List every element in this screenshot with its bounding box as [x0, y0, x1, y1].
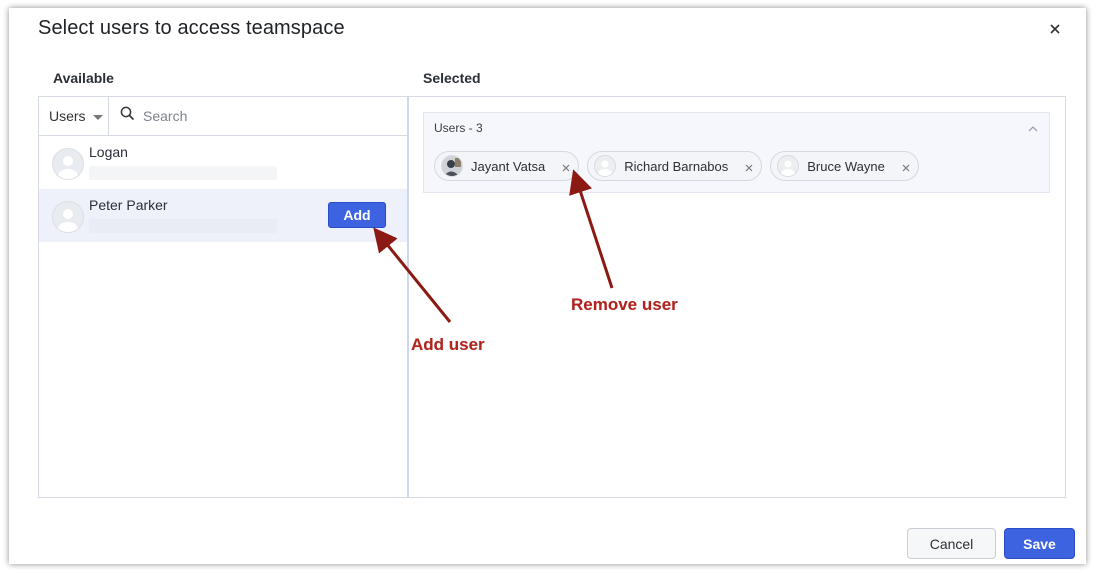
- chip-name: Bruce Wayne: [807, 158, 885, 174]
- group-title: Users - 3: [434, 121, 483, 135]
- search-icon: [120, 106, 135, 126]
- available-user-row[interactable]: Peter Parker Add: [39, 189, 408, 242]
- selected-users-group: Users - 3 Jayant Vatsa Richard Barnabos …: [423, 112, 1050, 193]
- selected-panel: Users - 3 Jayant Vatsa Richard Barnabos …: [407, 96, 1066, 498]
- chip-name: Richard Barnabos: [624, 158, 729, 174]
- teamspace-user-dialog: Select users to access teamspace Availab…: [9, 8, 1086, 564]
- avatar-placeholder-icon: [52, 148, 84, 180]
- user-photo-icon: [441, 155, 463, 177]
- remove-user-close-icon[interactable]: [744, 161, 754, 172]
- selected-user-chip: Bruce Wayne: [770, 151, 919, 181]
- selected-label: Selected: [423, 70, 481, 86]
- user-type-dropdown-value: Users: [49, 108, 86, 124]
- user-name: Peter Parker: [89, 197, 168, 213]
- available-label: Available: [53, 70, 114, 86]
- add-user-button[interactable]: Add: [328, 202, 386, 228]
- remove-user-close-icon[interactable]: [561, 161, 571, 172]
- chevron-up-icon[interactable]: [1027, 121, 1039, 132]
- user-name: Logan: [89, 144, 128, 160]
- selected-user-chip: Jayant Vatsa: [434, 151, 580, 181]
- close-icon[interactable]: [1046, 20, 1064, 38]
- remove-user-annotation: Remove user: [571, 295, 678, 314]
- available-panel: Users Logan Peter Parker Add: [38, 96, 408, 498]
- chip-name: Jayant Vatsa: [471, 158, 546, 174]
- save-button[interactable]: Save: [1004, 528, 1075, 559]
- caret-down-icon: [92, 114, 103, 120]
- avatar-placeholder-icon: [594, 155, 617, 177]
- dialog-title: Select users to access teamspace: [38, 17, 345, 39]
- avatar-placeholder-icon: [777, 155, 800, 177]
- available-user-row[interactable]: Logan: [39, 136, 408, 189]
- panel-divider: [407, 96, 409, 498]
- selected-chips: Jayant Vatsa Richard Barnabos Bruce Wayn…: [434, 151, 919, 181]
- user-email-placeholder: [89, 166, 277, 180]
- search-box: [110, 97, 407, 135]
- user-type-dropdown[interactable]: Users: [39, 97, 109, 135]
- remove-user-close-icon[interactable]: [901, 161, 911, 172]
- user-email-placeholder: [89, 219, 277, 233]
- add-user-annotation: Add user: [411, 335, 485, 354]
- filter-bar: Users: [39, 97, 408, 136]
- avatar-placeholder-icon: [52, 201, 84, 233]
- search-input[interactable]: [141, 107, 385, 125]
- selected-user-chip: Richard Barnabos: [587, 151, 763, 181]
- cancel-button[interactable]: Cancel: [907, 528, 996, 559]
